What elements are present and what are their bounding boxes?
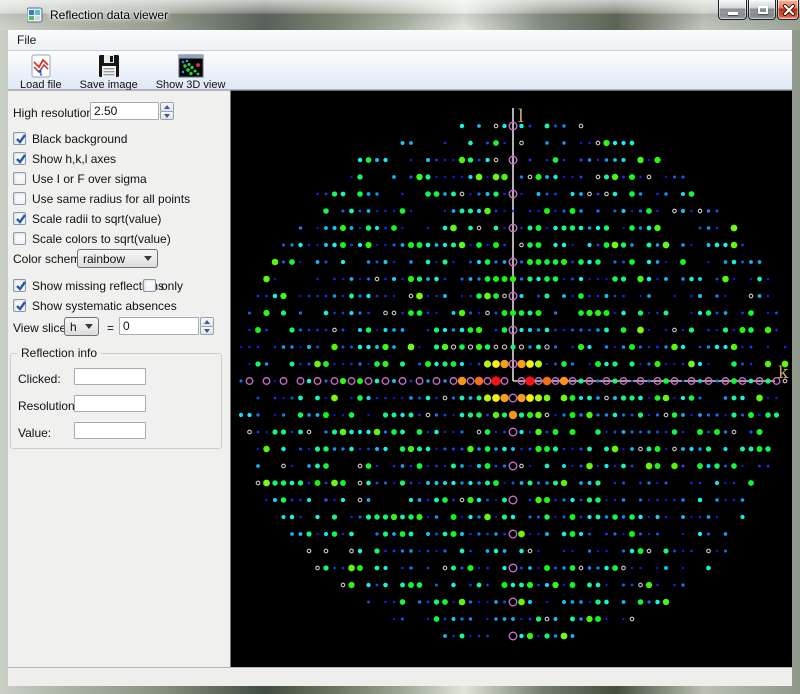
checkbox-label: Use same radius for all points — [32, 192, 190, 206]
i-or-f-over-sigma-checkbox[interactable] — [13, 172, 26, 185]
equals-sign: = — [107, 321, 114, 335]
resolution-field[interactable] — [74, 395, 146, 412]
show-3d-view-button[interactable]: Show 3D view — [150, 52, 232, 92]
show-hkl-axes-checkbox[interactable] — [13, 152, 26, 165]
maximize-button[interactable] — [748, 0, 776, 20]
slice-index-input[interactable] — [119, 317, 199, 335]
maximize-icon — [758, 6, 768, 14]
window-controls — [718, 0, 799, 20]
checkbox-label: only — [161, 279, 183, 293]
value-field[interactable] — [74, 422, 146, 439]
spin-down-button[interactable] — [200, 326, 214, 336]
control-sidebar: High resolution: Black background Show h… — [8, 90, 231, 667]
spin-down-button[interactable] — [160, 111, 174, 121]
black-background-checkbox[interactable] — [13, 132, 26, 145]
titlebar: Reflection data viewer — [0, 0, 800, 30]
scale-radii-checkbox[interactable] — [13, 212, 26, 225]
chevron-down-icon — [144, 256, 152, 261]
arrow-up-icon — [204, 320, 210, 324]
toolbar: Load file Save image — [8, 51, 792, 90]
reflection-canvas[interactable]: lk — [231, 90, 792, 667]
slice-axis-value: h — [65, 320, 85, 334]
chevron-down-icon — [85, 324, 93, 329]
color-scheme-value: rainbow — [78, 252, 144, 266]
slice-axis-dropdown[interactable]: h — [64, 317, 99, 336]
save-image-button[interactable]: Save image — [74, 52, 144, 92]
checkbox-label: Scale colors to sqrt(value) — [32, 232, 171, 246]
check-icon — [14, 132, 28, 146]
resolution-label: Resolution: — [18, 399, 78, 413]
checkbox-label: Show h,k,l axes — [32, 152, 116, 166]
minimize-icon — [728, 12, 738, 15]
window-title: Reflection data viewer — [50, 8, 168, 22]
high-resolution-label: High resolution: — [13, 106, 96, 120]
reflection-pattern: lk — [231, 91, 792, 668]
show-absences-checkbox[interactable] — [13, 299, 26, 312]
high-resolution-spinner — [160, 102, 174, 120]
slice-index-spinner — [200, 317, 214, 335]
check-icon — [14, 212, 28, 226]
checkbox-label: Use I or F over sigma — [32, 172, 147, 186]
load-file-button[interactable]: Load file — [14, 52, 68, 92]
same-radius-checkbox[interactable] — [13, 192, 26, 205]
arrow-down-icon — [204, 329, 210, 333]
checkbox-label: Scale radii to sqrt(value) — [32, 212, 161, 226]
app-icon — [27, 7, 43, 23]
show-missing-checkbox[interactable] — [13, 279, 26, 292]
checkbox-label: Show systematic absences — [32, 299, 177, 313]
save-image-icon — [96, 54, 122, 78]
clicked-field[interactable] — [74, 368, 146, 385]
arrow-up-icon — [164, 105, 170, 109]
check-icon — [14, 152, 28, 166]
show-3d-view-icon — [178, 54, 204, 78]
close-button[interactable] — [777, 0, 799, 20]
clicked-label: Clicked: — [18, 372, 61, 386]
reflection-info-title: Reflection info — [17, 346, 101, 360]
value-label: Value: — [18, 426, 51, 440]
arrow-down-icon — [164, 114, 170, 118]
statusbar — [8, 667, 792, 686]
color-scheme-dropdown[interactable]: rainbow — [77, 249, 158, 268]
view-slice-label: View slice: — [13, 321, 69, 335]
load-file-icon — [28, 54, 54, 78]
check-icon — [14, 279, 28, 293]
app-window: Reflection data viewer File — [0, 0, 800, 694]
menubar: File — [8, 30, 792, 51]
scale-colors-checkbox[interactable] — [13, 232, 26, 245]
only-checkbox[interactable] — [143, 279, 156, 292]
check-icon — [14, 299, 28, 313]
minimize-button[interactable] — [718, 0, 747, 20]
menu-file[interactable]: File — [8, 30, 45, 50]
checkbox-label: Black background — [32, 132, 127, 146]
close-icon — [783, 4, 795, 16]
high-resolution-input[interactable] — [90, 102, 159, 120]
